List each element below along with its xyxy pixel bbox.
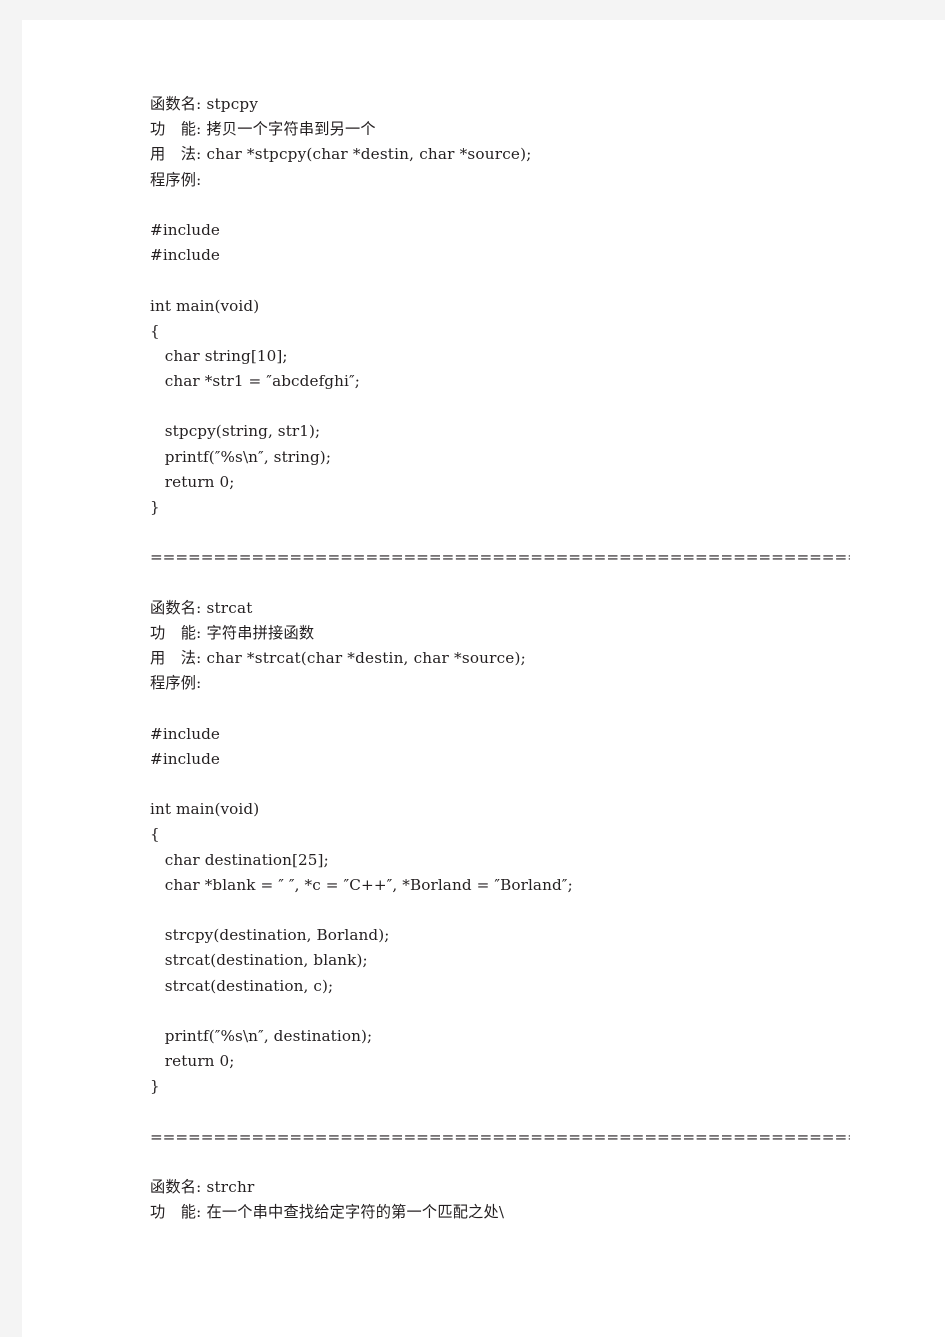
code-line: #include <box>150 724 221 743</box>
code-line: strcat(destination, blank); <box>150 951 368 970</box>
text-line: 函数名: strchr <box>150 1178 255 1197</box>
code-line: int main(void) <box>150 296 260 315</box>
code-line: int main(void) <box>150 800 260 819</box>
code-line: #include <box>150 749 221 768</box>
code-line: { <box>150 321 160 340</box>
section-separator: ========================================… <box>150 1127 850 1146</box>
text-line: 程序例: <box>150 170 202 189</box>
code-line: #include <box>150 220 221 239</box>
text-line: 函数名: strcat <box>150 598 253 617</box>
code-line: { <box>150 825 160 844</box>
text-line: 用 法: char *strcat(char *destin, char *so… <box>150 649 526 668</box>
code-line: printf(″%s\n″, destination); <box>150 1026 373 1045</box>
code-line: stpcpy(string, str1); <box>150 422 321 441</box>
code-line: } <box>150 498 160 516</box>
text-line: 功 能: 在一个串中查找给定字符的第一个匹配之处\ <box>150 1203 505 1222</box>
text-line: 功 能: 拷贝一个字符串到另一个 <box>150 120 376 139</box>
text-line: 程序例: <box>150 674 202 693</box>
document-page: 函数名: stpcpy 功 能: 拷贝一个字符串到另一个 用 法: char *… <box>22 20 945 1337</box>
section-separator: ========================================… <box>150 548 850 567</box>
code-line: return 0; <box>150 472 235 491</box>
text-line: 用 法: char *stpcpy(char *destin, char *so… <box>150 145 532 164</box>
code-line: char *blank = ″ ″, *c = ″C++″, *Borland … <box>150 875 573 894</box>
code-line: printf(″%s\n″, string); <box>150 447 332 466</box>
text-line: 功 能: 字符串拼接函数 <box>150 623 315 642</box>
code-line: } <box>150 1077 160 1096</box>
code-line: char destination[25]; <box>150 850 329 869</box>
code-line: #include <box>150 246 221 265</box>
document-text-body: 函数名: stpcpy 功 能: 拷贝一个字符串到另一个 用 法: char *… <box>150 92 850 1225</box>
code-line: strcpy(destination, Borland); <box>150 926 390 945</box>
code-line: char *str1 = ″abcdefghi″; <box>150 372 360 391</box>
code-line: char string[10]; <box>150 346 288 365</box>
text-line: 函数名: stpcpy <box>150 95 259 113</box>
code-line: return 0; <box>150 1052 235 1071</box>
code-line: strcat(destination, c); <box>150 976 334 995</box>
